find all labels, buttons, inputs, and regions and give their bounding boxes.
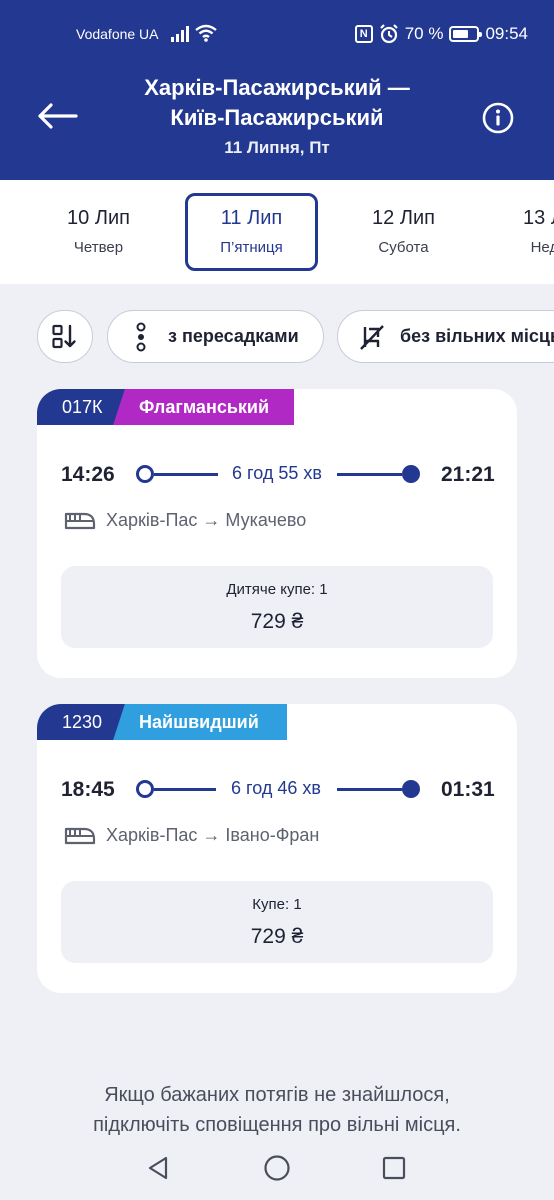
ticket-price: 729 ₴	[250, 925, 304, 948]
arrival-dot	[402, 780, 420, 798]
info-icon	[482, 102, 514, 134]
hint-line-1: Якщо бажаних потягів не знайшлося,	[104, 1084, 450, 1106]
battery-icon	[449, 26, 483, 42]
status-bar: Vodafone UA N 70 % 09:54	[0, 0, 554, 68]
train-route: Харків-Пас → Івано-Фран	[64, 825, 319, 846]
nav-home-button[interactable]	[257, 1148, 297, 1188]
no-seat-icon	[360, 324, 384, 350]
seat-class-option[interactable]: Купе: 1 729 ₴	[61, 881, 493, 963]
train-type-badge: Найшвидший	[129, 704, 287, 740]
date-label: 13 Лип	[523, 207, 554, 229]
nav-back-button[interactable]	[138, 1148, 178, 1188]
date-label: 11 Лип	[220, 207, 283, 229]
date-selector: 10 Лип Четвер 11 Лип П’ятниця 12 Лип Суб…	[0, 180, 554, 284]
filter-transfers[interactable]: з пересадками	[107, 310, 324, 363]
weekday-label: П’ятниця	[220, 239, 283, 256]
timeline-left	[154, 473, 218, 476]
arrival-time: 21:21	[441, 463, 495, 486]
timeline-right	[337, 473, 402, 476]
weekday-label: Четвер	[73, 239, 124, 256]
train-card[interactable]: 017К Флагманський 14:26 6 год 55 хв 21:2…	[37, 389, 517, 678]
train-number: 017К	[62, 396, 103, 417]
train-route: Харків-Пас → Мукачево	[64, 510, 306, 531]
route-text: Харків-Пас → Мукачево	[106, 510, 307, 530]
battery-percent: 70 %	[404, 24, 444, 43]
info-button[interactable]	[481, 101, 515, 135]
date-label: 12 Лип	[372, 207, 435, 229]
alarm-icon	[379, 24, 398, 44]
train-type-badge: Флагманський	[129, 389, 294, 425]
route-text: Харків-Пас → Івано-Фран	[106, 825, 320, 845]
nfc-icon: N	[354, 25, 373, 43]
timeline-right	[337, 788, 402, 791]
back-button[interactable]	[34, 96, 80, 136]
carrier-name: Vodafone UA	[76, 26, 159, 42]
train-card[interactable]: 1230 Найшвидший 18:45 6 год 46 хв 01:31 …	[37, 704, 517, 993]
train-type: Найшвидший	[139, 711, 259, 732]
arrival-dot	[402, 465, 420, 483]
train-icon	[64, 827, 96, 844]
train-number: 1230	[62, 711, 103, 732]
trip-duration: 6 год 46 хв	[231, 778, 321, 798]
circle-home-icon	[264, 1155, 290, 1181]
sort-button[interactable]	[37, 310, 93, 363]
filter-no-seats[interactable]: без вільних місць	[337, 310, 554, 363]
ticket-price: 729 ₴	[250, 610, 304, 633]
no-trains-hint: Якщо бажаних потягів не знайшлося, підкл…	[40, 1080, 514, 1140]
train-type: Флагманський	[139, 396, 270, 417]
clock: 09:54	[485, 24, 528, 43]
wifi-icon	[195, 24, 217, 42]
timeline-left	[154, 788, 216, 791]
filter-no-seats-label: без вільних місць	[400, 326, 554, 346]
route-from: Харків-Пасажирський —	[144, 75, 410, 100]
train-icon	[64, 512, 96, 529]
route-to: Київ-Пасажирський	[170, 105, 384, 130]
trip-duration: 6 год 55 хв	[232, 463, 322, 483]
date-label: 10 Лип	[67, 207, 130, 229]
weekday-label: Субота	[378, 239, 429, 256]
route-date: 11 Липня, Пт	[224, 138, 330, 157]
transfer-icon	[136, 322, 146, 351]
weekday-label: Неділя	[530, 239, 554, 256]
seat-class-option[interactable]: Дитяче купе: 1 729 ₴	[61, 566, 493, 648]
square-recents-icon	[382, 1156, 406, 1180]
filter-transfers-label: з пересадками	[168, 326, 299, 346]
triangle-back-icon	[148, 1156, 168, 1180]
seat-class-label: Дитяче купе: 1	[226, 581, 328, 598]
signal-icon	[171, 26, 189, 42]
departure-dot	[136, 465, 154, 483]
date-option-12[interactable]: 12 Лип Субота	[337, 193, 470, 271]
nav-recents-button[interactable]	[374, 1148, 414, 1188]
hint-line-2: підключіть сповіщення про вільні місця.	[93, 1114, 461, 1136]
seat-class-label: Купе: 1	[252, 896, 302, 913]
date-option-13[interactable]: 13 Лип Неділя	[488, 193, 554, 271]
route-title: Харків-Пасажирський — Київ-Пасажирський	[100, 73, 454, 133]
sort-icon	[52, 324, 76, 348]
status-right: N 70 % 09:54	[354, 24, 528, 44]
arrow-left-icon	[38, 103, 78, 129]
date-option-11-selected[interactable]: 11 Лип П’ятниця	[185, 193, 318, 271]
departure-time: 14:26	[61, 463, 115, 486]
system-nav-bar	[0, 1140, 554, 1200]
departure-dot	[136, 780, 154, 798]
departure-time: 18:45	[61, 778, 115, 801]
app-header: Vodafone UA N 70 % 09:54 Харків-Пасажирс…	[0, 0, 554, 180]
arrival-time: 01:31	[441, 778, 495, 801]
date-option-10[interactable]: 10 Лип Четвер	[32, 193, 165, 271]
